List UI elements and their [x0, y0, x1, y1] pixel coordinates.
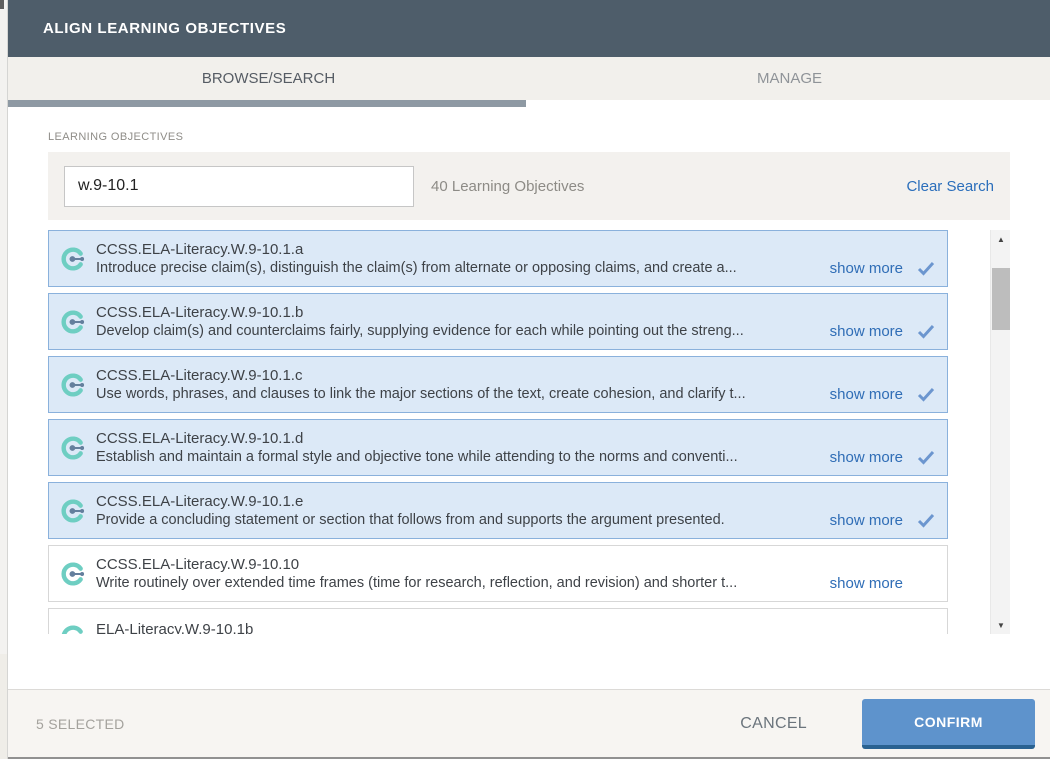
- scroll-up-arrow-icon[interactable]: ▲: [991, 230, 1010, 248]
- objective-code: CCSS.ELA-Literacy.W.9-10.10: [96, 555, 935, 574]
- tab-browse-search-label: BROWSE/SEARCH: [202, 70, 335, 87]
- search-bar: 40 Learning Objectives Clear Search: [48, 152, 1010, 220]
- objective-target-icon: [59, 308, 87, 336]
- objective-target-icon: [59, 434, 87, 462]
- objective-item[interactable]: CCSS.ELA-Literacy.W.9-10.1.c Use words, …: [48, 356, 948, 413]
- confirm-button[interactable]: CONFIRM: [862, 699, 1035, 749]
- active-tab-indicator: [8, 100, 1050, 107]
- check-icon: [917, 261, 935, 276]
- dialog-footer: 5 SELECTED CANCEL CONFIRM: [8, 689, 1050, 759]
- objective-item[interactable]: ELA-Literacy.W.9-10.1b: [48, 608, 948, 634]
- dialog-body: LEARNING OBJECTIVES 40 Learning Objectiv…: [8, 107, 1050, 689]
- objective-item[interactable]: CCSS.ELA-Literacy.W.9-10.10 Write routin…: [48, 545, 948, 602]
- result-count: 40 Learning Objectives: [431, 178, 906, 195]
- dialog-title: ALIGN LEARNING OBJECTIVES: [43, 20, 286, 37]
- objective-description: Introduce precise claim(s), distinguish …: [96, 259, 820, 278]
- tab-manage[interactable]: MANAGE: [529, 57, 1050, 100]
- clear-search-link[interactable]: Clear Search: [906, 178, 994, 195]
- objective-code: CCSS.ELA-Literacy.W.9-10.1.c: [96, 366, 935, 385]
- objective-target-icon: [59, 371, 87, 399]
- align-learning-objectives-dialog: ALIGN LEARNING OBJECTIVES BROWSE/SEARCH …: [8, 0, 1050, 759]
- check-icon: [917, 324, 935, 339]
- objective-description: Develop claim(s) and counterclaims fairl…: [96, 322, 820, 341]
- objective-code: CCSS.ELA-Literacy.W.9-10.1.e: [96, 492, 935, 511]
- show-more-link[interactable]: show more: [830, 386, 903, 403]
- objective-code: CCSS.ELA-Literacy.W.9-10.1.a: [96, 240, 935, 259]
- learning-objectives-section-label: LEARNING OBJECTIVES: [48, 131, 1010, 143]
- selected-count: 5 SELECTED: [36, 716, 740, 732]
- show-more-link[interactable]: show more: [830, 260, 903, 277]
- tab-bar: BROWSE/SEARCH MANAGE: [8, 57, 1050, 100]
- check-icon: [917, 450, 935, 465]
- objective-item[interactable]: CCSS.ELA-Literacy.W.9-10.1.b Develop cla…: [48, 293, 948, 350]
- tab-manage-label: MANAGE: [757, 70, 822, 87]
- active-tab-indicator-bar: [8, 100, 526, 107]
- objective-code: CCSS.ELA-Literacy.W.9-10.1.b: [96, 303, 935, 322]
- objective-target-icon: [59, 560, 87, 588]
- background-page-fragment: [0, 0, 4, 9]
- objective-code: CCSS.ELA-Literacy.W.9-10.1.d: [96, 429, 935, 448]
- dialog-header: ALIGN LEARNING OBJECTIVES: [8, 0, 1050, 57]
- objective-target-icon: [59, 497, 87, 525]
- objectives-list: CCSS.ELA-Literacy.W.9-10.1.a Introduce p…: [48, 230, 1010, 634]
- scrollbar-thumb[interactable]: [992, 268, 1010, 330]
- objective-description: Use words, phrases, and clauses to link …: [96, 385, 820, 404]
- list-scrollbar[interactable]: ▲ ▼: [990, 230, 1010, 634]
- objective-item[interactable]: CCSS.ELA-Literacy.W.9-10.1.e Provide a c…: [48, 482, 948, 539]
- objective-code: ELA-Literacy.W.9-10.1b: [96, 620, 935, 635]
- objective-description: Provide a concluding statement or sectio…: [96, 511, 820, 530]
- search-input[interactable]: [64, 166, 414, 207]
- show-more-link[interactable]: show more: [830, 449, 903, 466]
- objective-target-icon: [59, 245, 87, 273]
- tab-browse-search[interactable]: BROWSE/SEARCH: [8, 57, 529, 100]
- check-icon: [917, 513, 935, 528]
- show-more-link[interactable]: show more: [830, 575, 903, 592]
- objective-description: Establish and maintain a formal style an…: [96, 448, 820, 467]
- check-icon: [917, 387, 935, 402]
- scroll-down-arrow-icon[interactable]: ▼: [991, 616, 1010, 634]
- objective-item[interactable]: CCSS.ELA-Literacy.W.9-10.1.d Establish a…: [48, 419, 948, 476]
- show-more-link[interactable]: show more: [830, 323, 903, 340]
- objective-item[interactable]: CCSS.ELA-Literacy.W.9-10.1.a Introduce p…: [48, 230, 948, 287]
- cancel-button[interactable]: CANCEL: [740, 715, 807, 733]
- show-more-link[interactable]: show more: [830, 512, 903, 529]
- background-page-strip: [0, 0, 8, 759]
- objective-description: Write routinely over extended time frame…: [96, 574, 820, 593]
- background-page-fragment: [0, 654, 7, 759]
- objective-target-icon: [59, 623, 87, 635]
